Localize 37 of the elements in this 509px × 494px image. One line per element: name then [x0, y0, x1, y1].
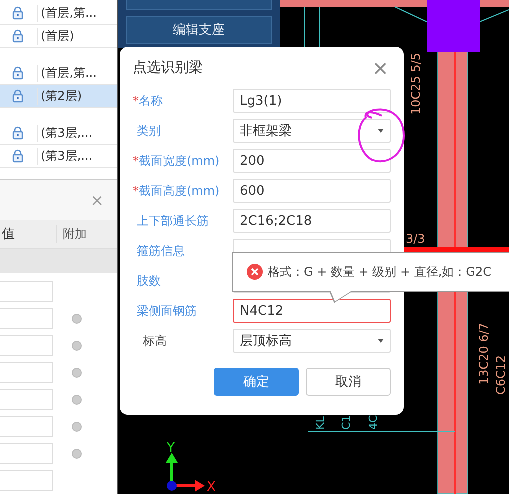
- dropdown-field[interactable]: 非框架梁: [233, 119, 391, 143]
- layer-row[interactable]: (首层,第...: [0, 2, 117, 25]
- dialog-title: 点选识别梁: [133, 59, 203, 77]
- input-field[interactable]: Lg3(1): [233, 89, 391, 113]
- toolbar-button[interactable]: 编辑支座: [126, 16, 272, 44]
- layer-row[interactable]: (首层): [0, 25, 117, 48]
- close-button[interactable]: ×: [372, 56, 389, 80]
- column-header: 附加: [62, 226, 87, 242]
- layer-row[interactable]: (第3层,...: [0, 122, 117, 145]
- rebar-label: 13C20 6/7: [477, 322, 491, 385]
- rebar-label: C6C12: [494, 355, 508, 395]
- rebar-label: 10C25 5/5: [409, 52, 423, 115]
- field-label: 箍筋信息: [136, 242, 186, 260]
- field-label: 梁侧面钢筋: [136, 302, 198, 320]
- input-field[interactable]: 200: [233, 149, 391, 173]
- input-field[interactable]: 2C16;2C18: [233, 209, 391, 233]
- field-label: *截面高度(mm): [133, 182, 221, 200]
- beam-label: KL: [314, 416, 327, 430]
- field-label: 标高: [142, 332, 168, 350]
- field-label: 类别: [136, 122, 162, 140]
- field-label: *截面宽度(mm): [133, 152, 221, 170]
- field-label: 上下部通长筋: [136, 212, 210, 230]
- axis-label: Y: [167, 441, 175, 456]
- column-header: 值: [0, 225, 57, 243]
- cancel-button[interactable]: 取消: [306, 368, 391, 396]
- dropdown-field[interactable]: 层顶标高: [233, 329, 391, 353]
- layer-row[interactable]: (第2层): [0, 85, 117, 108]
- field-label: 肢数: [136, 272, 162, 290]
- layer-row[interactable]: (第3层,...: [0, 145, 117, 168]
- input-field[interactable]: N4C12: [233, 299, 391, 323]
- axis-label: X: [207, 480, 216, 494]
- beam-label: 4C: [367, 415, 380, 430]
- beam-label: C1: [340, 415, 353, 430]
- input-field[interactable]: 600: [233, 179, 391, 203]
- field-label: *名称: [133, 92, 164, 110]
- rebar-label: 3/3: [406, 232, 426, 246]
- tooltip-text: 格式：G + 数量 + 级别 + 直径,如：G2C: [268, 264, 492, 280]
